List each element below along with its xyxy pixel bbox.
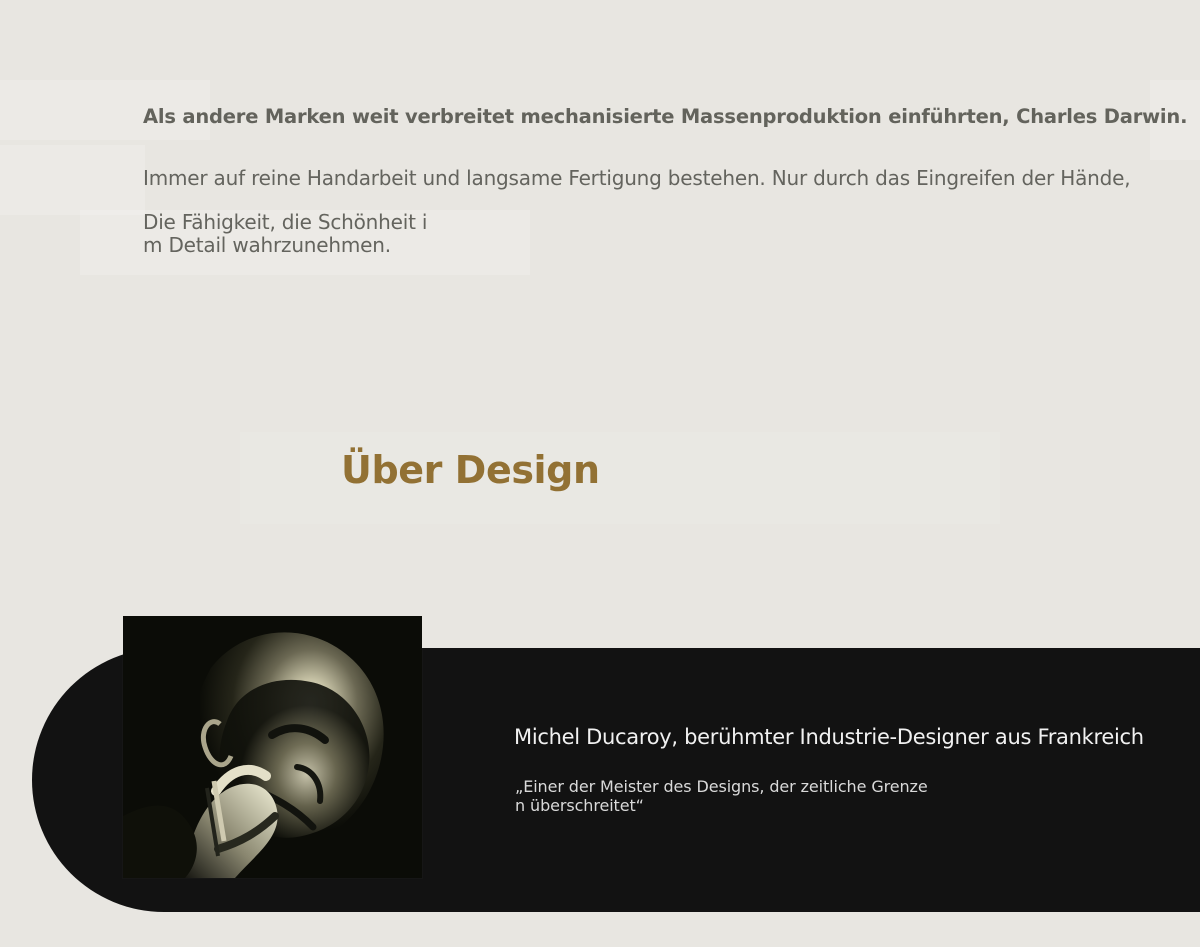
background-block	[0, 145, 145, 215]
intro-text-block: Als andere Marken weit verbreitet mechan…	[143, 96, 1188, 138]
intro-line-one: Immer auf reine Handarbeit und langsame …	[143, 166, 1131, 190]
portrait-photo	[123, 616, 422, 878]
designer-quote: „Einer der Meister des Designs, der zeit…	[515, 777, 928, 815]
designer-name: Michel Ducaroy, berühmter Industrie-Desi…	[514, 725, 1144, 749]
intro-bold-line: Als andere Marken weit verbreitet mechan…	[143, 105, 1188, 128]
about-design-title: Über Design	[341, 448, 600, 492]
intro-line-two: Die Fähigkeit, die Schönheit im Detail w…	[143, 210, 428, 257]
portrait-icon	[123, 616, 422, 878]
